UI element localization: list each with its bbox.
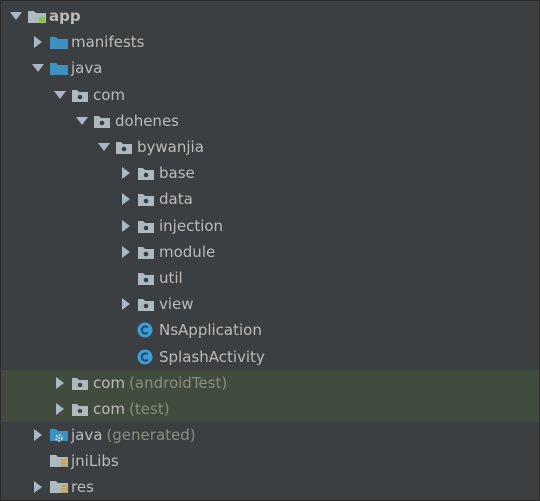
expand-arrow-right-icon[interactable] [27,29,49,55]
tree-node-injection[interactable]: injection [1,213,539,239]
tree-node-label: res [71,478,94,497]
expand-arrow-right-icon[interactable] [49,370,71,396]
tree-node-label: manifests [71,33,145,52]
project-tree: app manifests java com dohenes bywanjia … [0,0,540,501]
tree-node-module[interactable]: module [1,239,539,265]
tree-node-splash-activity[interactable]: SplashActivity [1,343,539,369]
expand-arrow-right-icon[interactable] [115,186,137,212]
tree-node-com[interactable]: com [1,82,539,108]
tree-node-ns-application[interactable]: NsApplication [1,317,539,343]
source-folder-icon [49,55,71,81]
tree-node-bywanjia[interactable]: bywanjia [1,134,539,160]
tree-node-label: app [49,7,81,26]
tree-node-label: base [159,164,195,183]
expand-arrow-down-icon[interactable] [5,3,27,29]
package-icon [93,108,115,134]
expand-arrow-down-icon[interactable] [93,134,115,160]
tree-node-view[interactable]: view [1,291,539,317]
package-icon [71,370,93,396]
arrow-placeholder [115,317,137,343]
package-icon [137,265,159,291]
tree-node-base[interactable]: base [1,160,539,186]
tree-node-label: module [159,242,216,261]
package-icon [115,134,137,160]
tree-node-suffix: (generated) [106,426,196,445]
arrow-placeholder [115,265,137,291]
tree-node-label: util [159,268,183,287]
tree-node-label: bywanjia [137,138,204,157]
expand-arrow-right-icon[interactable] [115,291,137,317]
package-icon [137,291,159,317]
java-class-icon [137,344,159,370]
tree-node-res[interactable]: res [1,474,539,500]
resource-folder-icon [49,474,71,500]
package-icon [137,186,159,212]
expand-arrow-right-icon[interactable] [115,239,137,265]
expand-arrow-right-icon[interactable] [27,474,49,500]
expand-arrow-down-icon[interactable] [27,55,49,81]
source-folder-icon [49,29,71,55]
tree-node-label: SplashActivity [159,347,265,366]
resource-folder-icon [49,448,71,474]
java-class-icon [137,317,159,343]
tree-node-label: java [71,59,103,78]
tree-node-label: NsApplication [159,321,262,340]
tree-node-suffix: (androidTest) [129,373,228,392]
tree-node-label: data [159,190,193,209]
tree-node-suffix: (test) [129,399,170,418]
expand-arrow-down-icon[interactable] [71,108,93,134]
tree-node-com-test[interactable]: com (test) [1,395,539,422]
tree-node-java-generated[interactable]: java (generated) [1,422,539,448]
expand-arrow-right-icon[interactable] [27,422,49,448]
package-icon [71,396,93,422]
package-icon [137,213,159,239]
package-icon [137,160,159,186]
expand-arrow-right-icon[interactable] [115,160,137,186]
arrow-placeholder [115,344,137,370]
tree-node-util[interactable]: util [1,265,539,291]
generated-source-folder-icon [49,422,71,448]
expand-arrow-down-icon[interactable] [49,82,71,108]
tree-node-jni-libs[interactable]: jniLibs [1,448,539,474]
expand-arrow-right-icon[interactable] [49,396,71,422]
android-module-folder-icon [27,3,49,29]
tree-node-label: com [93,373,126,392]
arrow-placeholder [27,448,49,474]
tree-node-app[interactable]: app [1,3,539,29]
tree-node-java[interactable]: java [1,55,539,81]
tree-node-label: view [159,295,194,314]
package-icon [71,82,93,108]
tree-node-data[interactable]: data [1,186,539,212]
tree-node-com-android-test[interactable]: com (androidTest) [1,369,539,396]
tree-node-label: jniLibs [71,452,119,471]
tree-node-label: com [93,399,126,418]
expand-arrow-right-icon[interactable] [115,213,137,239]
tree-node-label: injection [159,216,224,235]
package-icon [137,239,159,265]
tree-node-label: dohenes [115,111,179,130]
tree-node-dohenes[interactable]: dohenes [1,108,539,134]
tree-node-label: java [71,426,103,445]
tree-node-manifests[interactable]: manifests [1,29,539,55]
tree-node-label: com [93,85,126,104]
